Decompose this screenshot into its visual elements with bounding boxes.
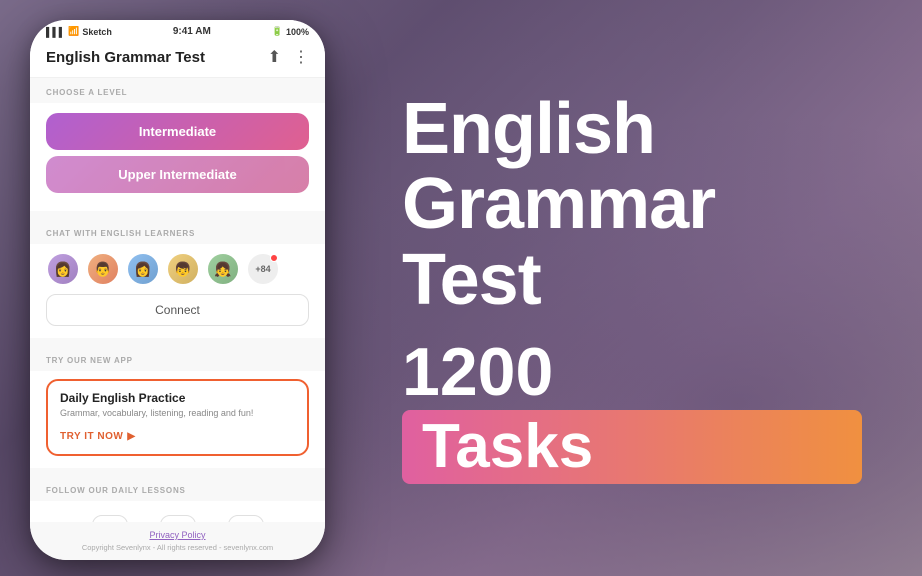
right-panel: English Grammar Test 1200 Tasks (342, 0, 922, 576)
upper-intermediate-btn[interactable]: Upper Intermediate (46, 156, 309, 193)
newapp-desc: Grammar, vocabulary, listening, reading … (60, 408, 295, 418)
app-header: English Grammar Test ⬆ ⋮ (30, 41, 325, 78)
tasks-container: 1200 Tasks (402, 338, 862, 484)
facebook-icon[interactable] (228, 515, 264, 522)
level-section-label: CHOOSE A LEVEL (30, 78, 325, 103)
follow-section-label: FOLLOW OUR DAILY LESSONS (30, 476, 325, 501)
avatar-1: 👩 (46, 252, 80, 286)
phone-footer: Privacy Policy Copyright Sevenlynx - All… (30, 522, 325, 560)
phone-screen: ▌▌▌ 📶 Sketch 9:41 AM 🔋 100% English Gram… (30, 20, 325, 560)
play-icon: ▶ (127, 431, 135, 442)
phone-mockup: ▌▌▌ 📶 Sketch 9:41 AM 🔋 100% English Gram… (30, 20, 325, 560)
avatar-4: 👦 (166, 252, 200, 286)
follow-section (30, 501, 325, 522)
phone-content: CHOOSE A LEVEL Intermediate Upper Interm… (30, 78, 325, 522)
header-icons: ⬆ ⋮ (268, 47, 309, 67)
status-battery: 🔋 100% (272, 26, 309, 37)
notification-dot (270, 254, 278, 262)
social-icons-row (46, 509, 309, 522)
avatar-3: 👩 (126, 252, 160, 286)
more-icon[interactable]: ⋮ (293, 47, 309, 67)
connect-button[interactable]: Connect (46, 294, 309, 326)
chat-section-label: CHAT WITH ENGLISH LEARNERS (30, 219, 325, 244)
newapp-section-label: TRY OUR NEW APP (30, 346, 325, 371)
tasks-label: Tasks (402, 410, 862, 484)
status-time: 9:41 AM (173, 26, 211, 37)
share-icon[interactable]: ⬆ (268, 47, 281, 67)
newapp-section: Daily English Practice Grammar, vocabula… (30, 371, 325, 468)
newapp-title: Daily English Practice (60, 391, 295, 405)
main-title: English Grammar Test (402, 92, 862, 319)
instagram-icon[interactable] (92, 515, 128, 522)
newapp-card: Daily English Practice Grammar, vocabula… (46, 379, 309, 456)
chat-section: 👩 👨 👩 👦 👧 +84 Connect (30, 244, 325, 338)
status-carrier: ▌▌▌ 📶 Sketch (46, 26, 112, 37)
privacy-policy-link[interactable]: Privacy Policy (38, 530, 317, 540)
avatar-2: 👨 (86, 252, 120, 286)
app-header-title: English Grammar Test (46, 49, 205, 66)
intermediate-btn[interactable]: Intermediate (46, 113, 309, 150)
try-now-button[interactable]: TRY IT NOW ▶ (60, 431, 136, 442)
avatar-5: 👧 (206, 252, 240, 286)
level-section: Intermediate Upper Intermediate (30, 103, 325, 211)
telegram-icon[interactable] (160, 515, 196, 522)
copyright-text: Copyright Sevenlynx - All rights reserve… (38, 543, 317, 552)
status-bar: ▌▌▌ 📶 Sketch 9:41 AM 🔋 100% (30, 20, 325, 41)
avatars-row: 👩 👨 👩 👦 👧 +84 (46, 252, 309, 286)
tasks-number: 1200 (402, 338, 862, 406)
avatar-count: +84 (246, 252, 280, 286)
